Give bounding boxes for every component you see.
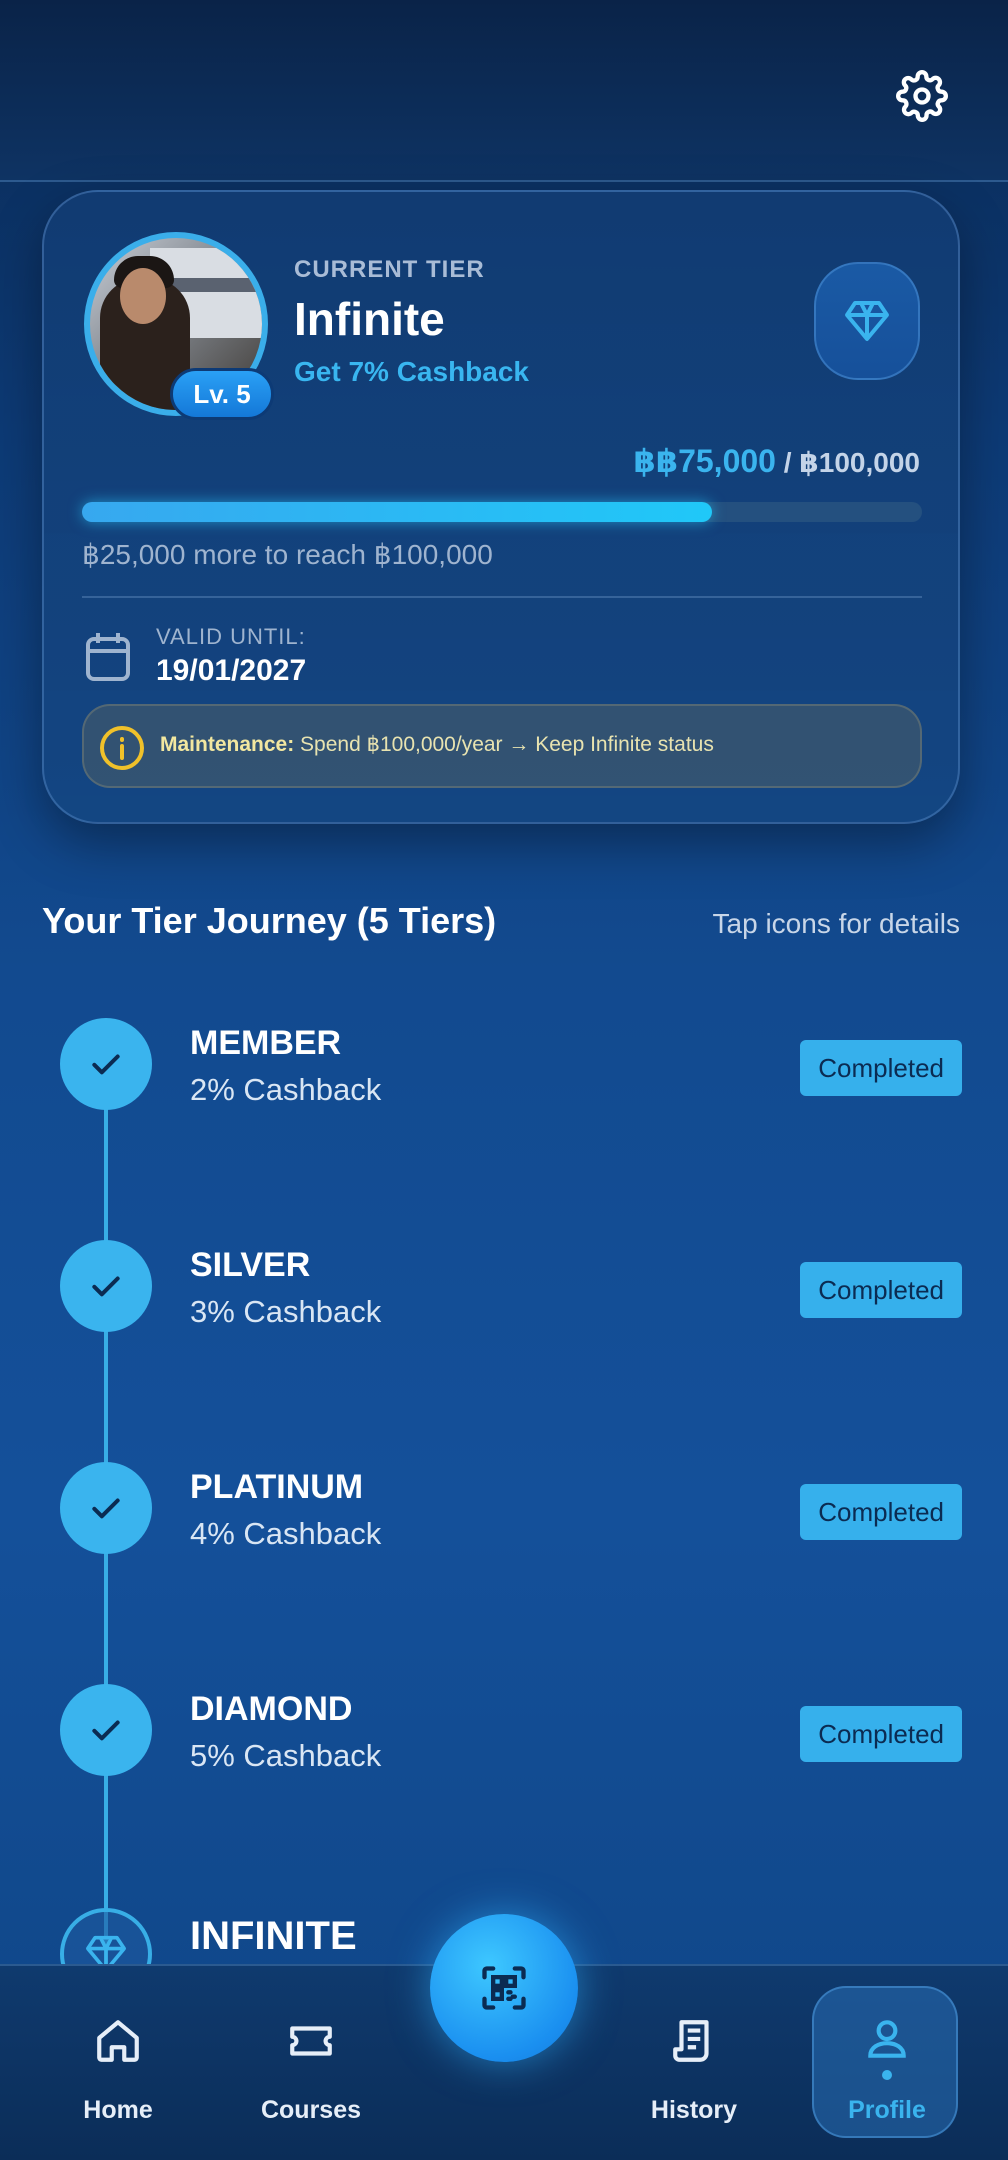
maintenance-notice: Maintenance: Spend ฿100,000/year → Keep … bbox=[82, 704, 922, 788]
divider bbox=[82, 596, 922, 598]
tier-cashback: 4% Cashback bbox=[190, 1516, 382, 1551]
check-icon bbox=[92, 1498, 120, 1519]
ticket-icon bbox=[290, 2026, 332, 2056]
nav-profile[interactable]: Profile bbox=[812, 1986, 958, 2138]
header bbox=[0, 0, 1008, 182]
home-icon bbox=[97, 2020, 139, 2062]
tier-details-button[interactable] bbox=[814, 262, 920, 380]
spend-target: ฿100,000 bbox=[799, 447, 920, 478]
tier-row-platinum: PLATINUM 4% Cashback Completed bbox=[0, 1462, 1008, 1582]
nav-label: History bbox=[650, 2096, 738, 2124]
active-indicator bbox=[882, 2070, 892, 2080]
maintenance-text: Maintenance: Spend ฿100,000/year → Keep … bbox=[160, 732, 714, 757]
status-badge: Completed bbox=[800, 1040, 962, 1096]
tier-cashback: 2% Cashback bbox=[190, 1072, 382, 1107]
info-icon bbox=[100, 726, 144, 770]
user-icon bbox=[868, 2020, 906, 2058]
status-badge: Completed bbox=[800, 1484, 962, 1540]
nav-courses[interactable]: Courses bbox=[236, 2008, 386, 2128]
tier-name: DIAMOND bbox=[190, 1690, 353, 1728]
tier-cashback: 5% Cashback bbox=[190, 1738, 382, 1773]
maintenance-label: Maintenance: bbox=[160, 733, 295, 756]
tier-name: SILVER bbox=[190, 1246, 311, 1284]
check-icon bbox=[92, 1720, 120, 1741]
journey-title: Your Tier Journey (5 Tiers) bbox=[42, 900, 497, 941]
tier-cashback: Get 7% Cashback bbox=[294, 356, 529, 387]
tier-icon-member[interactable] bbox=[60, 1018, 152, 1110]
nav-label: Courses bbox=[260, 2096, 362, 2124]
spend-current: ฿฿75,000 bbox=[633, 443, 776, 479]
tier-row-member: MEMBER 2% Cashback Completed bbox=[0, 1018, 1008, 1138]
nav-history[interactable]: History bbox=[619, 2008, 769, 2128]
check-icon bbox=[92, 1276, 120, 1297]
qr-scan-icon bbox=[482, 1966, 526, 2010]
status-badge: Completed bbox=[800, 1262, 962, 1318]
receipt-icon bbox=[673, 2020, 709, 2062]
tier-name: PLATINUM bbox=[190, 1468, 364, 1506]
current-tier-card: Lv. 5 CURRENT TIER Infinite Get 7% Cashb… bbox=[42, 190, 960, 824]
current-tier-label: CURRENT TIER bbox=[294, 256, 485, 283]
nav-label: Home bbox=[83, 2096, 153, 2124]
tier-icon-diamond[interactable] bbox=[60, 1684, 152, 1776]
valid-until-date: 19/01/2027 bbox=[156, 654, 307, 687]
tier-name-infinite: INFINITE bbox=[190, 1914, 357, 1958]
maintenance-description: Spend ฿100,000/year → Keep Infinite stat… bbox=[294, 733, 714, 756]
status-badge: Completed bbox=[800, 1706, 962, 1762]
tier-icon-platinum[interactable] bbox=[60, 1462, 152, 1554]
tier-cashback: 3% Cashback bbox=[190, 1294, 382, 1329]
check-icon bbox=[92, 1054, 120, 1075]
tier-row-silver: SILVER 3% Cashback Completed bbox=[0, 1240, 1008, 1360]
tier-progress-fill bbox=[82, 502, 712, 522]
diamond-icon bbox=[845, 301, 889, 341]
spend-amount: ฿฿75,000 / ฿100,000 bbox=[634, 442, 920, 480]
nav-home[interactable]: Home bbox=[43, 2008, 193, 2128]
journey-hint: Tap icons for details bbox=[712, 908, 960, 939]
tier-progress-bar bbox=[82, 502, 922, 522]
tier-name: Infinite bbox=[294, 293, 445, 345]
gear-icon[interactable] bbox=[896, 70, 948, 122]
spend-separator: / bbox=[775, 447, 800, 478]
tier-name: MEMBER bbox=[190, 1024, 342, 1062]
level-badge: Lv. 5 bbox=[170, 368, 274, 420]
tier-icon-silver[interactable] bbox=[60, 1240, 152, 1332]
calendar-icon bbox=[86, 633, 130, 681]
progress-note: ฿25,000 more to reach ฿100,000 bbox=[82, 539, 493, 570]
qr-scan-button[interactable] bbox=[430, 1914, 578, 2062]
tier-row-diamond: DIAMOND 5% Cashback Completed bbox=[0, 1684, 1008, 1804]
valid-until-label: VALID UNTIL: bbox=[156, 624, 306, 649]
nav-label: Profile bbox=[848, 2096, 926, 2124]
